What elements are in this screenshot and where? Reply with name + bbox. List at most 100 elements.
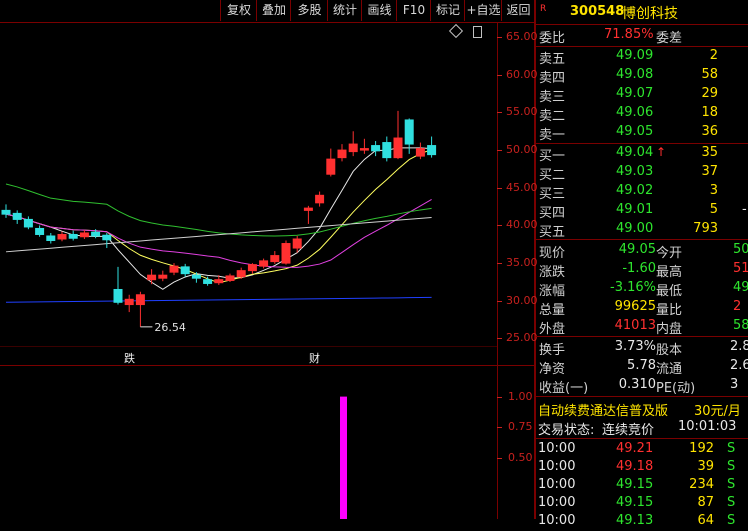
status-time: 10:01:03 — [678, 419, 737, 434]
candle[interactable] — [147, 269, 157, 285]
candle[interactable] — [102, 232, 112, 249]
bid-row[interactable]: 买三 49.02 3 — [536, 183, 748, 202]
fund-label: 流通 — [656, 362, 683, 377]
weibi-label: 委比 — [539, 31, 566, 46]
candle-body — [359, 148, 369, 151]
candle[interactable] — [382, 136, 392, 162]
bid-row[interactable]: 买四 49.01 5 - — [536, 202, 748, 221]
fund-label: 换手 — [539, 343, 566, 358]
ask-volume: 58 — [701, 67, 718, 82]
candle[interactable] — [326, 148, 336, 177]
ask-label: 卖二 — [539, 109, 566, 124]
bid-row[interactable]: 买二 49.03 37 — [536, 164, 748, 183]
candle[interactable] — [1, 204, 11, 218]
candle-body — [113, 288, 123, 303]
weicha-label: 委差 — [656, 31, 683, 46]
fund-label: 净资 — [539, 362, 566, 377]
tick-row: 10:00 49.18 39 S — [536, 459, 748, 477]
promo-row[interactable]: 自动续费通达信普及版 30元/月 — [536, 400, 748, 419]
toolbar-button[interactable]: 复权 — [220, 0, 257, 21]
candle[interactable] — [281, 240, 291, 265]
bid-row[interactable]: 买五 49.00 793 — [536, 221, 748, 240]
candle[interactable] — [12, 210, 22, 224]
volume-bar[interactable] — [340, 396, 347, 519]
stat-row: 涨幅 -3.16% 最低 49 — [536, 280, 748, 299]
candle[interactable] — [180, 263, 190, 277]
price-tick-label: 50.00 — [506, 143, 538, 157]
candle-body — [270, 255, 280, 263]
ask-price: 49.08 — [616, 67, 654, 82]
candle[interactable] — [135, 291, 145, 327]
toolbar-button[interactable]: +自选 — [464, 0, 502, 21]
candle-body — [292, 238, 302, 249]
candle-body — [236, 270, 246, 278]
candle[interactable] — [348, 131, 358, 157]
volume-chart[interactable] — [0, 366, 497, 519]
bid-label: 买五 — [539, 225, 566, 240]
toolbar-button[interactable]: 多股 — [290, 0, 328, 21]
candle[interactable] — [46, 232, 56, 244]
candlestick-chart[interactable]: 26.54 — [0, 22, 497, 346]
candle[interactable] — [393, 110, 403, 160]
fund-row: 净资 5.78 流通 2.6 — [536, 358, 748, 377]
candle-body — [404, 119, 414, 145]
ask-row[interactable]: 卖一 49.05 36 — [536, 124, 748, 143]
status-value: 连续竞价 — [602, 423, 655, 438]
promo-text[interactable]: 自动续费通达信普及版 — [538, 400, 668, 419]
candle[interactable] — [315, 191, 325, 207]
price-tick-mark — [497, 300, 502, 302]
ask-label: 卖四 — [539, 71, 566, 86]
candle[interactable] — [337, 144, 347, 162]
stat-label: 总量 — [539, 303, 566, 318]
candle[interactable] — [270, 251, 280, 264]
candle[interactable] — [57, 231, 67, 242]
candle[interactable] — [23, 216, 33, 230]
tick-volume: 87 — [697, 495, 714, 510]
candle[interactable] — [371, 141, 381, 157]
toolbar-button[interactable]: 返回 — [501, 0, 535, 21]
fund-value: 2.6 — [730, 358, 748, 373]
price-tick-label: 30.00 — [506, 293, 538, 307]
candle[interactable] — [158, 270, 168, 282]
candle-body — [371, 145, 381, 152]
price-tick-label: 40.00 — [506, 218, 538, 232]
stat-row: 现价 49.05 今开 50 — [536, 242, 748, 261]
ask-row[interactable]: 卖二 49.06 18 — [536, 105, 748, 124]
toolbar-button[interactable]: 画线 — [361, 0, 397, 21]
ask-row[interactable]: 卖四 49.08 58 — [536, 67, 748, 86]
toolbar-button[interactable]: 统计 — [327, 0, 362, 21]
bid-label: 买一 — [539, 149, 566, 164]
candle[interactable] — [68, 230, 78, 241]
candle[interactable] — [404, 118, 414, 154]
candle[interactable] — [247, 263, 257, 274]
bid-row[interactable]: 买一 49.04 ↑ 35 — [536, 145, 748, 164]
candle[interactable] — [124, 294, 134, 313]
ma5-line — [5, 147, 432, 290]
price-tick-label: 35.00 — [506, 256, 538, 270]
candle[interactable] — [415, 142, 425, 160]
candle[interactable] — [225, 273, 235, 282]
candle[interactable] — [79, 229, 89, 240]
toolbar-button[interactable]: 标记 — [430, 0, 465, 21]
candle[interactable] — [359, 138, 369, 154]
ask-price: 49.09 — [616, 48, 654, 63]
separator — [536, 239, 748, 240]
promo-price[interactable]: 30元/月 — [694, 400, 741, 419]
fund-row: 收益(一) 0.310 PE(动) 3 — [536, 377, 748, 396]
toolbar-button[interactable]: F10 — [396, 0, 431, 21]
tick-row: 10:00 49.21 192 S — [536, 441, 748, 459]
candle[interactable] — [113, 266, 123, 305]
candle-body — [303, 207, 313, 211]
ask-row[interactable]: 卖五 49.09 2 — [536, 48, 748, 67]
ask-label: 卖一 — [539, 128, 566, 143]
candle[interactable] — [303, 205, 313, 224]
candle-body — [102, 234, 112, 241]
chart-toolbar: 复权 叠加 多股 统计 画线 F10 标记 +自选 返回 — [0, 0, 534, 23]
ask-row[interactable]: 卖三 49.07 29 — [536, 86, 748, 105]
candle-body — [23, 218, 33, 228]
candle[interactable] — [427, 136, 437, 158]
candle[interactable] — [259, 258, 269, 269]
candle[interactable] — [35, 225, 45, 237]
toolbar-button[interactable]: 叠加 — [256, 0, 291, 21]
fund-value: 5.78 — [627, 358, 656, 373]
